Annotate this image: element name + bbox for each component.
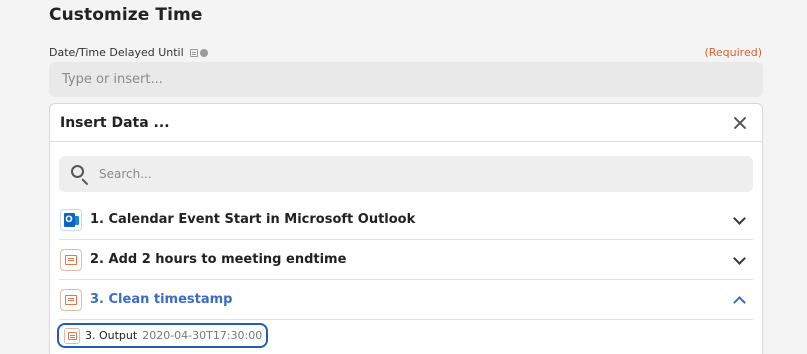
panel-header: Insert Data ...: [50, 104, 762, 142]
search-icon: [69, 163, 91, 186]
step-item-2[interactable]: 2. Add 2 hours to meeting endtime: [59, 240, 753, 280]
outlook-icon: O: [60, 208, 82, 231]
section-title: Customize Time: [49, 5, 203, 25]
doc-icon[interactable]: [189, 48, 198, 57]
insert-data-panel: Insert Data ... O 1. Calendar Event Star…: [49, 103, 763, 354]
step-item-1[interactable]: O 1. Calendar Event Start in Microsoft O…: [59, 200, 753, 240]
chevron-down-icon[interactable]: [732, 253, 746, 267]
field-label-text: Date/Time Delayed Until: [49, 46, 184, 59]
step-list: O 1. Calendar Event Start in Microsoft O…: [59, 200, 753, 320]
output-key: 3. Output: [85, 329, 138, 342]
step-label: 1. Calendar Event Start in Microsoft Out…: [90, 212, 416, 227]
formatter-icon: [60, 248, 82, 271]
step-item-3[interactable]: 3. Clean timestamp: [59, 280, 753, 320]
output-value: 2020-04-30T17:30:00: [142, 329, 263, 342]
required-badge: (Required): [704, 46, 762, 59]
search-box[interactable]: [59, 156, 753, 192]
datetime-input-placeholder: Type or insert...: [62, 72, 163, 87]
datetime-input[interactable]: Type or insert...: [49, 62, 763, 97]
step-label: 2. Add 2 hours to meeting endtime: [90, 252, 347, 267]
chevron-down-icon[interactable]: [732, 213, 746, 227]
output-field-pill[interactable]: 3. Output 2020-04-30T17:30:00: [57, 323, 269, 348]
field-help-icons: [189, 48, 208, 57]
search-input[interactable]: [99, 167, 743, 181]
close-icon[interactable]: [730, 113, 750, 133]
formatter-icon: [64, 327, 80, 344]
formatter-icon: [60, 288, 82, 311]
step-label: 3. Clean timestamp: [90, 292, 233, 307]
chevron-up-icon[interactable]: [732, 293, 746, 307]
info-icon[interactable]: [199, 48, 208, 57]
panel-title: Insert Data ...: [60, 114, 170, 131]
field-label: Date/Time Delayed Until: [49, 46, 208, 59]
